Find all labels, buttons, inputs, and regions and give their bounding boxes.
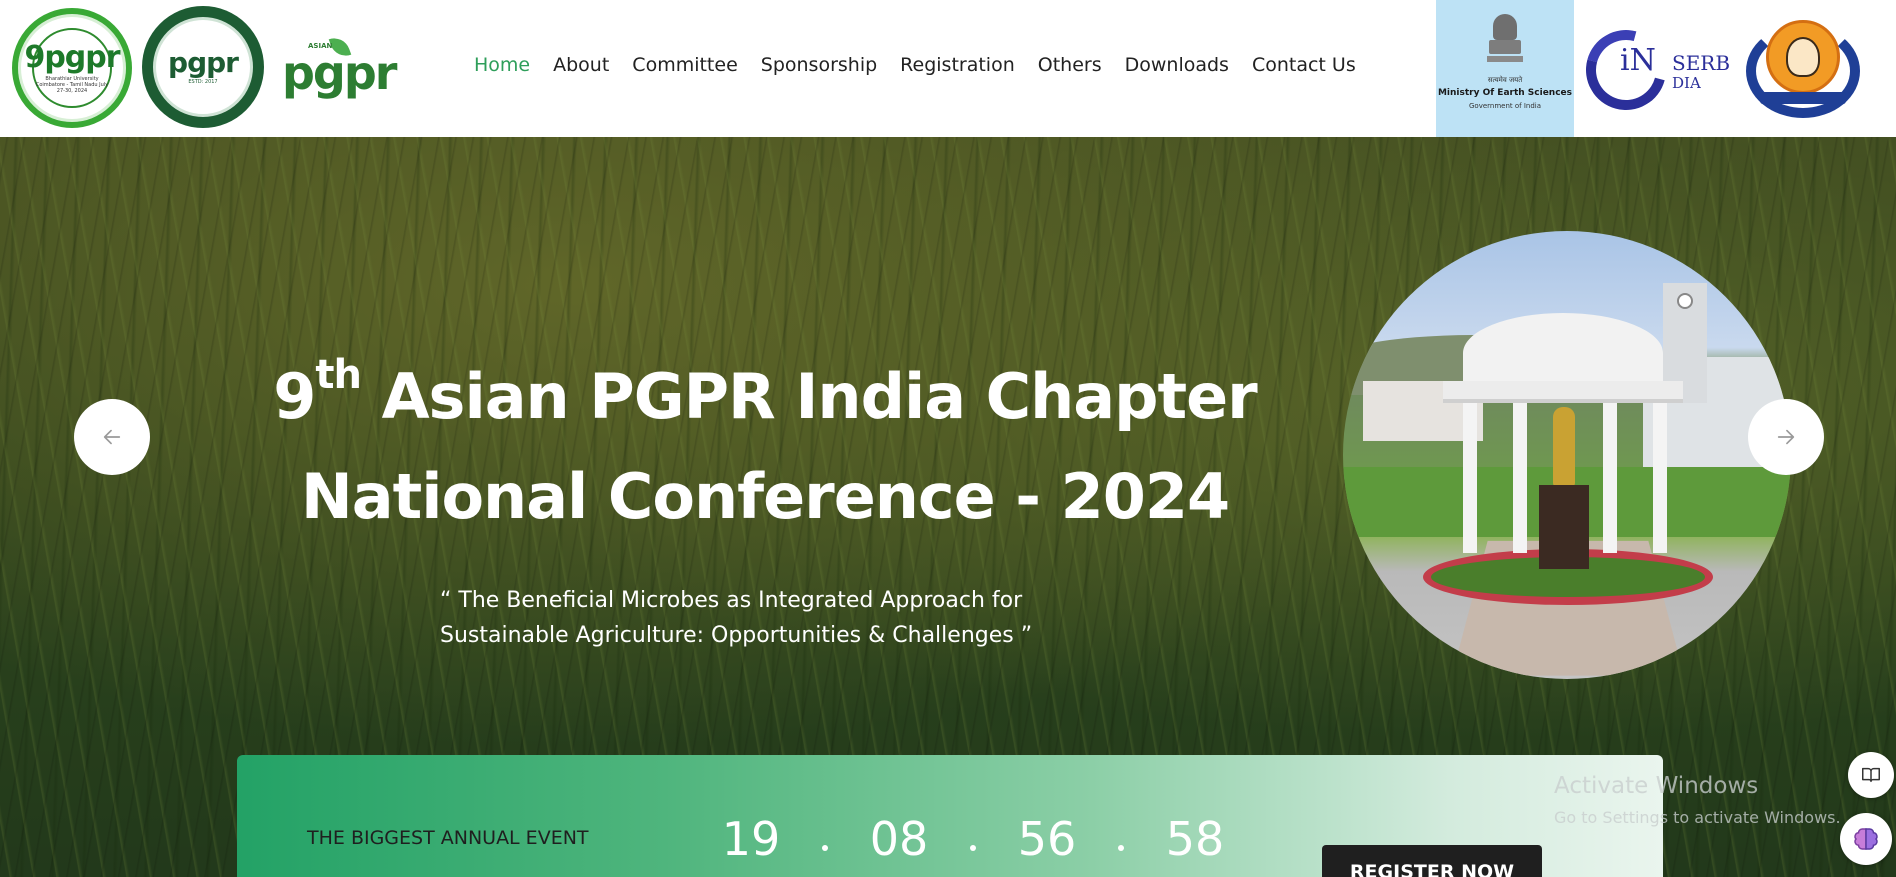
arrow-left-icon (103, 429, 121, 445)
nav-committee[interactable]: Committee (632, 54, 737, 76)
nav-registration[interactable]: Registration (900, 54, 1015, 76)
nav-home[interactable]: Home (474, 54, 530, 76)
ribbon-icon (1760, 92, 1846, 104)
conference-logo-caption: Bharathiar University Coimbatore - Tamil… (35, 75, 109, 94)
countdown-minutes: 56 (1017, 812, 1077, 866)
hero-subtitle: “ The Beneficial Microbes as Integrated … (440, 583, 1080, 653)
serb-logo[interactable]: iN SERB DIA (1571, 15, 1734, 125)
national-emblem-icon (1485, 14, 1525, 74)
university-logo[interactable] (1746, 18, 1860, 118)
windows-activation-subtitle: Go to Settings to activate Windows. (1554, 808, 1841, 827)
hero-title-line1: Asian PGPR India Chapter (360, 360, 1258, 433)
carousel-prev-button[interactable] (74, 399, 150, 475)
society-logo-est: ESTD: 2017 (188, 79, 218, 85)
countdown-bar: THE BIGGEST ANNUAL EVENT 19 08 56 58 REG… (237, 755, 1663, 877)
nav-others[interactable]: Others (1038, 54, 1102, 76)
society-logo[interactable]: pgpr ESTD: 2017 (142, 6, 264, 128)
register-now-button[interactable]: REGISTER NOW (1322, 845, 1542, 877)
windows-activation-title: Activate Windows (1554, 773, 1759, 799)
brain-icon (1854, 828, 1878, 850)
countdown-days: 19 (721, 812, 781, 866)
serb-logo-sub: DIA (1672, 74, 1701, 92)
book-icon (1862, 767, 1880, 783)
site-header: 9pgpr Bharathiar University Coimbatore -… (0, 0, 1896, 137)
hero-banner: 9th Asian PGPR India Chapter National Co… (0, 137, 1896, 877)
university-seal-icon (1766, 20, 1840, 94)
moes-sponsor-logo[interactable]: सत्यमेव जयते Ministry Of Earth Sciences … (1436, 0, 1574, 137)
society-logo-ring: pgpr ESTD: 2017 (153, 17, 253, 117)
hero-title-line2: National Conference - 2024 (300, 460, 1230, 533)
arrow-right-icon (1777, 429, 1795, 445)
hero-title: 9th Asian PGPR India Chapter National Co… (200, 347, 1330, 547)
serb-logo-right: SERB (1672, 51, 1731, 75)
reader-mode-button[interactable] (1848, 752, 1894, 798)
hero-title-suffix: th (315, 352, 362, 398)
main-nav: Home About Committee Sponsorship Registr… (474, 54, 1356, 76)
conference-logo[interactable]: 9pgpr Bharathiar University Coimbatore -… (12, 8, 132, 128)
countdown-separator (1099, 811, 1143, 867)
moes-subtitle: Government of India (1468, 102, 1542, 110)
countdown-hours: 08 (869, 812, 929, 866)
countdown-label: THE BIGGEST ANNUAL EVENT (307, 827, 589, 849)
countdown-timer: 19 08 56 58 (699, 811, 1247, 867)
countdown-separator (951, 811, 995, 867)
campus-photo (1343, 231, 1791, 679)
hero-subtitle-line2: Sustainable Agriculture: Opportunities &… (440, 623, 1033, 648)
nav-contact-us[interactable]: Contact Us (1252, 54, 1356, 76)
ai-assistant-button[interactable] (1840, 813, 1892, 865)
carousel-next-button[interactable] (1748, 399, 1824, 475)
serb-logo-main: iN (1620, 43, 1656, 78)
pgpr-logo[interactable]: ASIAN pgpr (280, 33, 397, 100)
conference-logo-text: 9pgpr (24, 39, 120, 75)
nav-about[interactable]: About (553, 54, 609, 76)
nav-downloads[interactable]: Downloads (1125, 54, 1229, 76)
society-logo-text: pgpr (168, 46, 239, 79)
pgpr-logo-text: pgpr (282, 46, 397, 100)
moes-motto: सत्यमेव जयते (1487, 76, 1523, 84)
moes-title: Ministry Of Earth Sciences (1437, 88, 1573, 98)
nav-sponsorship[interactable]: Sponsorship (761, 54, 877, 76)
countdown-separator (803, 811, 847, 867)
hero-title-number: 9 (273, 360, 316, 433)
hero-subtitle-line1: “ The Beneficial Microbes as Integrated … (440, 588, 1023, 613)
countdown-seconds: 58 (1165, 812, 1225, 866)
conference-logo-inner: 9pgpr Bharathiar University Coimbatore -… (24, 28, 121, 108)
